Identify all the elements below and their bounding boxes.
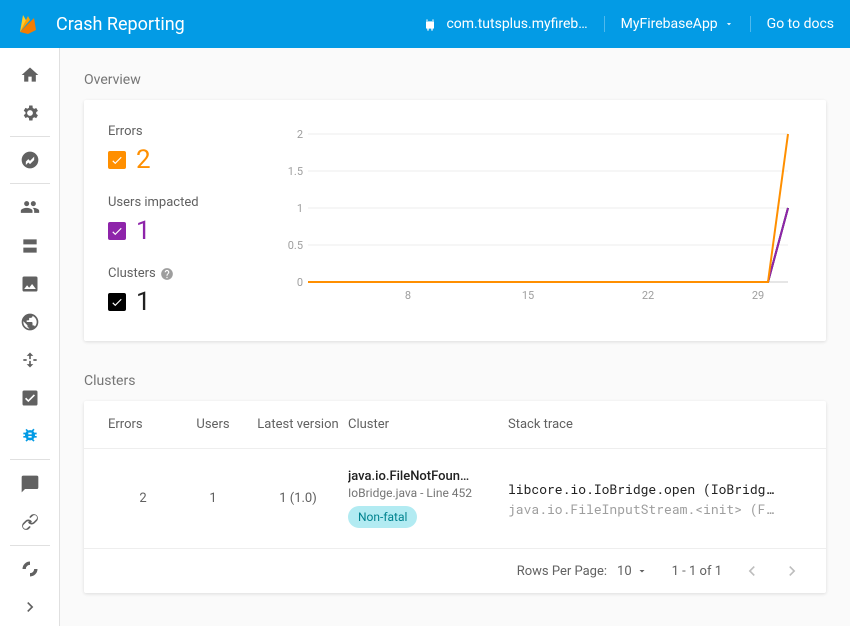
severity-tag: Non-fatal (348, 506, 417, 528)
sidebar-item-auth[interactable] (10, 188, 50, 226)
col-users[interactable]: Users (178, 417, 248, 432)
clusters-table: Errors Users Latest version Cluster Stac… (84, 401, 826, 593)
cluster-location: IoBridge.java - Line 452 (348, 486, 508, 500)
sidebar-item-notifications[interactable] (10, 464, 50, 502)
sidebar-item-hosting[interactable] (10, 303, 50, 341)
stack-trace-sub: java.io.FileInputStream.<init> (Fil… (508, 500, 778, 518)
page-title: Crash Reporting (56, 14, 422, 35)
sidebar-item-crash[interactable] (10, 417, 50, 455)
overview-card: Errors 2 Users impacted 1 Clusters (84, 100, 826, 341)
android-icon (422, 16, 438, 32)
stack-trace-main: libcore.io.IoBridge.open (IoBridge.… (508, 480, 778, 498)
table-header: Errors Users Latest version Cluster Stac… (84, 401, 826, 449)
overview-label: Overview (84, 72, 826, 88)
docs-link[interactable]: Go to docs (767, 16, 834, 32)
col-errors[interactable]: Errors (108, 417, 178, 432)
page-range: 1 - 1 of 1 (672, 564, 722, 579)
svg-text:0: 0 (297, 276, 303, 289)
clusters-checkbox[interactable] (108, 293, 126, 311)
help-icon[interactable] (160, 267, 174, 281)
dropdown-arrow-icon (636, 565, 648, 577)
svg-text:2: 2 (297, 128, 303, 141)
app-header: Crash Reporting com.tutsplus.myfireb… My… (0, 0, 850, 48)
next-page-button[interactable] (782, 561, 802, 581)
sidebar-item-dynamic-links[interactable] (10, 503, 50, 541)
col-version[interactable]: Latest version (248, 417, 348, 432)
divider (10, 459, 50, 460)
sidebar-item-home[interactable] (10, 56, 50, 94)
sidebar-item-storage[interactable] (10, 265, 50, 303)
divider (10, 183, 50, 184)
sidebar-item-analytics[interactable] (10, 141, 50, 179)
col-cluster[interactable]: Cluster (348, 417, 508, 432)
metric-clusters: Clusters 1 (108, 266, 258, 317)
rows-per-page-label: Rows Per Page: (517, 564, 607, 579)
overview-chart: 0 0.5 1 1.5 2 8 15 22 29 (274, 124, 802, 304)
col-stack[interactable]: Stack trace (508, 417, 802, 432)
sidebar-item-database[interactable] (10, 227, 50, 265)
main-content: Overview Errors 2 Users impacted 1 (60, 48, 850, 626)
sidebar-item-admob[interactable] (10, 550, 50, 588)
prev-page-button[interactable] (742, 561, 762, 581)
svg-text:22: 22 (642, 289, 654, 302)
divider (10, 136, 50, 137)
sidebar-nav (0, 48, 60, 626)
cluster-title: java.io.FileNotFoun… (348, 469, 498, 484)
divider (10, 545, 50, 546)
package-name[interactable]: com.tutsplus.myfireb… (422, 16, 604, 32)
svg-text:8: 8 (405, 289, 411, 302)
table-footer: Rows Per Page: 10 1 - 1 of 1 (84, 548, 826, 593)
app-selector-dropdown[interactable]: MyFirebaseApp (621, 16, 751, 32)
clusters-label: Clusters (84, 373, 826, 389)
svg-text:15: 15 (522, 289, 534, 302)
firebase-logo-icon (16, 12, 40, 36)
svg-text:29: 29 (752, 289, 764, 302)
sidebar-item-settings[interactable] (10, 94, 50, 132)
metric-users: Users impacted 1 (108, 195, 258, 246)
users-checkbox[interactable] (108, 222, 126, 240)
svg-text:0.5: 0.5 (288, 239, 303, 252)
dropdown-arrow-icon (724, 19, 734, 29)
svg-text:1.5: 1.5 (288, 165, 303, 178)
metric-errors: Errors 2 (108, 124, 258, 175)
sidebar-item-test-lab[interactable] (10, 379, 50, 417)
table-row[interactable]: 2 1 1 (1.0) java.io.FileNotFoun… IoBridg… (84, 449, 826, 548)
errors-checkbox[interactable] (108, 151, 126, 169)
svg-text:1: 1 (297, 202, 303, 215)
sidebar-collapse-button[interactable] (10, 588, 50, 626)
rows-per-page-select[interactable]: 10 (617, 564, 648, 579)
sidebar-item-remote-config[interactable] (10, 341, 50, 379)
